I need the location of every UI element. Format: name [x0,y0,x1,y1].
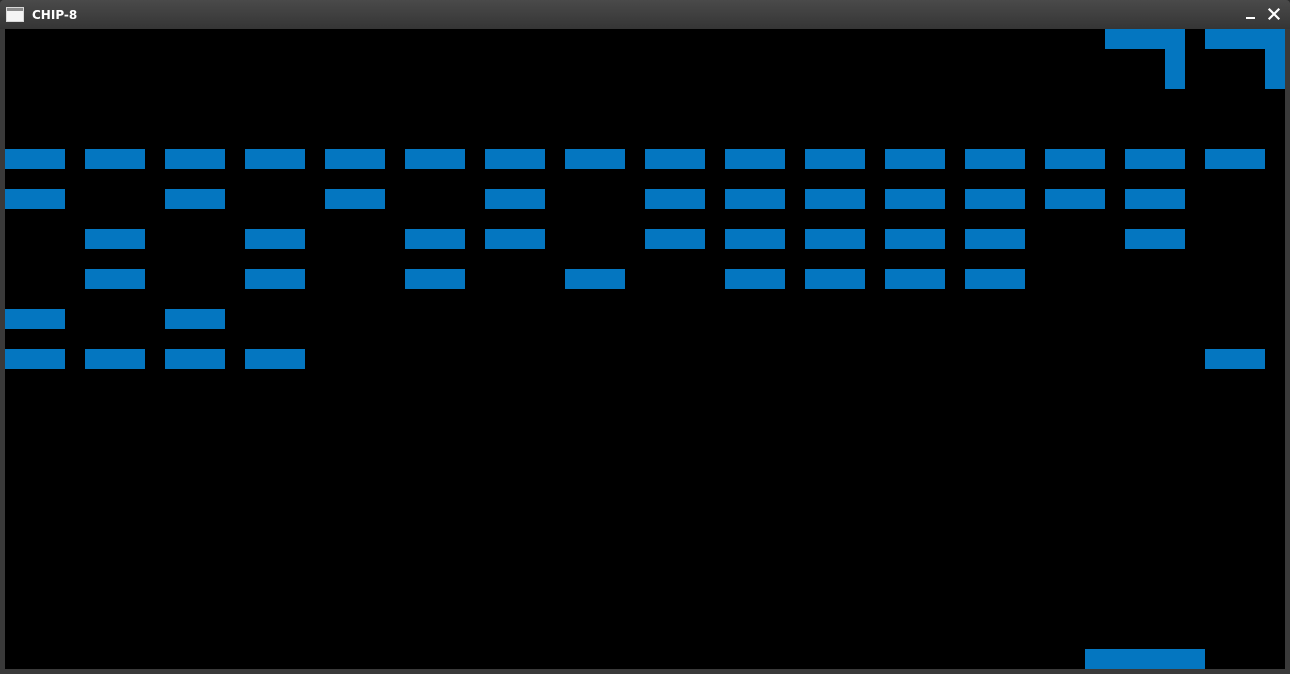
brick [245,269,305,289]
brick [965,149,1025,169]
brick [5,349,65,369]
close-button[interactable] [1266,6,1282,22]
brick [805,269,865,289]
brick [1125,149,1185,169]
brick [1045,149,1105,169]
brick [245,349,305,369]
brick [5,149,65,169]
brick [325,189,385,209]
brick [485,189,545,209]
brick [485,229,545,249]
brick [1045,189,1105,209]
brick [1205,349,1265,369]
app-window: CHIP-8 44 [0,0,1290,674]
brick [85,349,145,369]
minimize-button[interactable] [1243,6,1259,22]
brick [805,149,865,169]
paddle [1085,649,1205,669]
brick [805,229,865,249]
brick [965,189,1025,209]
brick [725,269,785,289]
brick [165,309,225,329]
chip8-display [5,29,1285,669]
brick [725,189,785,209]
brick [5,309,65,329]
brick [725,229,785,249]
brick [1205,149,1265,169]
window-title: CHIP-8 [32,8,78,22]
brick [85,269,145,289]
brick [965,229,1025,249]
game-screen[interactable]: 44 [5,29,1285,669]
brick [565,149,625,169]
brick [645,189,705,209]
brick [405,229,465,249]
brick [325,149,385,169]
brick [165,349,225,369]
brick [965,269,1025,289]
close-icon [1267,7,1281,21]
brick [885,149,945,169]
brick [1125,189,1185,209]
brick [245,229,305,249]
brick [165,189,225,209]
brick [1125,229,1185,249]
brick [165,149,225,169]
brick [645,229,705,249]
brick [5,189,65,209]
brick [565,269,625,289]
brick [645,149,705,169]
brick [405,149,465,169]
brick [85,149,145,169]
app-window-icon [6,7,24,22]
brick [85,229,145,249]
brick [885,229,945,249]
title-bar[interactable]: CHIP-8 [0,0,1290,29]
brick [245,149,305,169]
minimize-icon [1246,17,1255,19]
brick [805,189,865,209]
brick [725,149,785,169]
brick [485,149,545,169]
brick [405,269,465,289]
brick [885,189,945,209]
brick [885,269,945,289]
